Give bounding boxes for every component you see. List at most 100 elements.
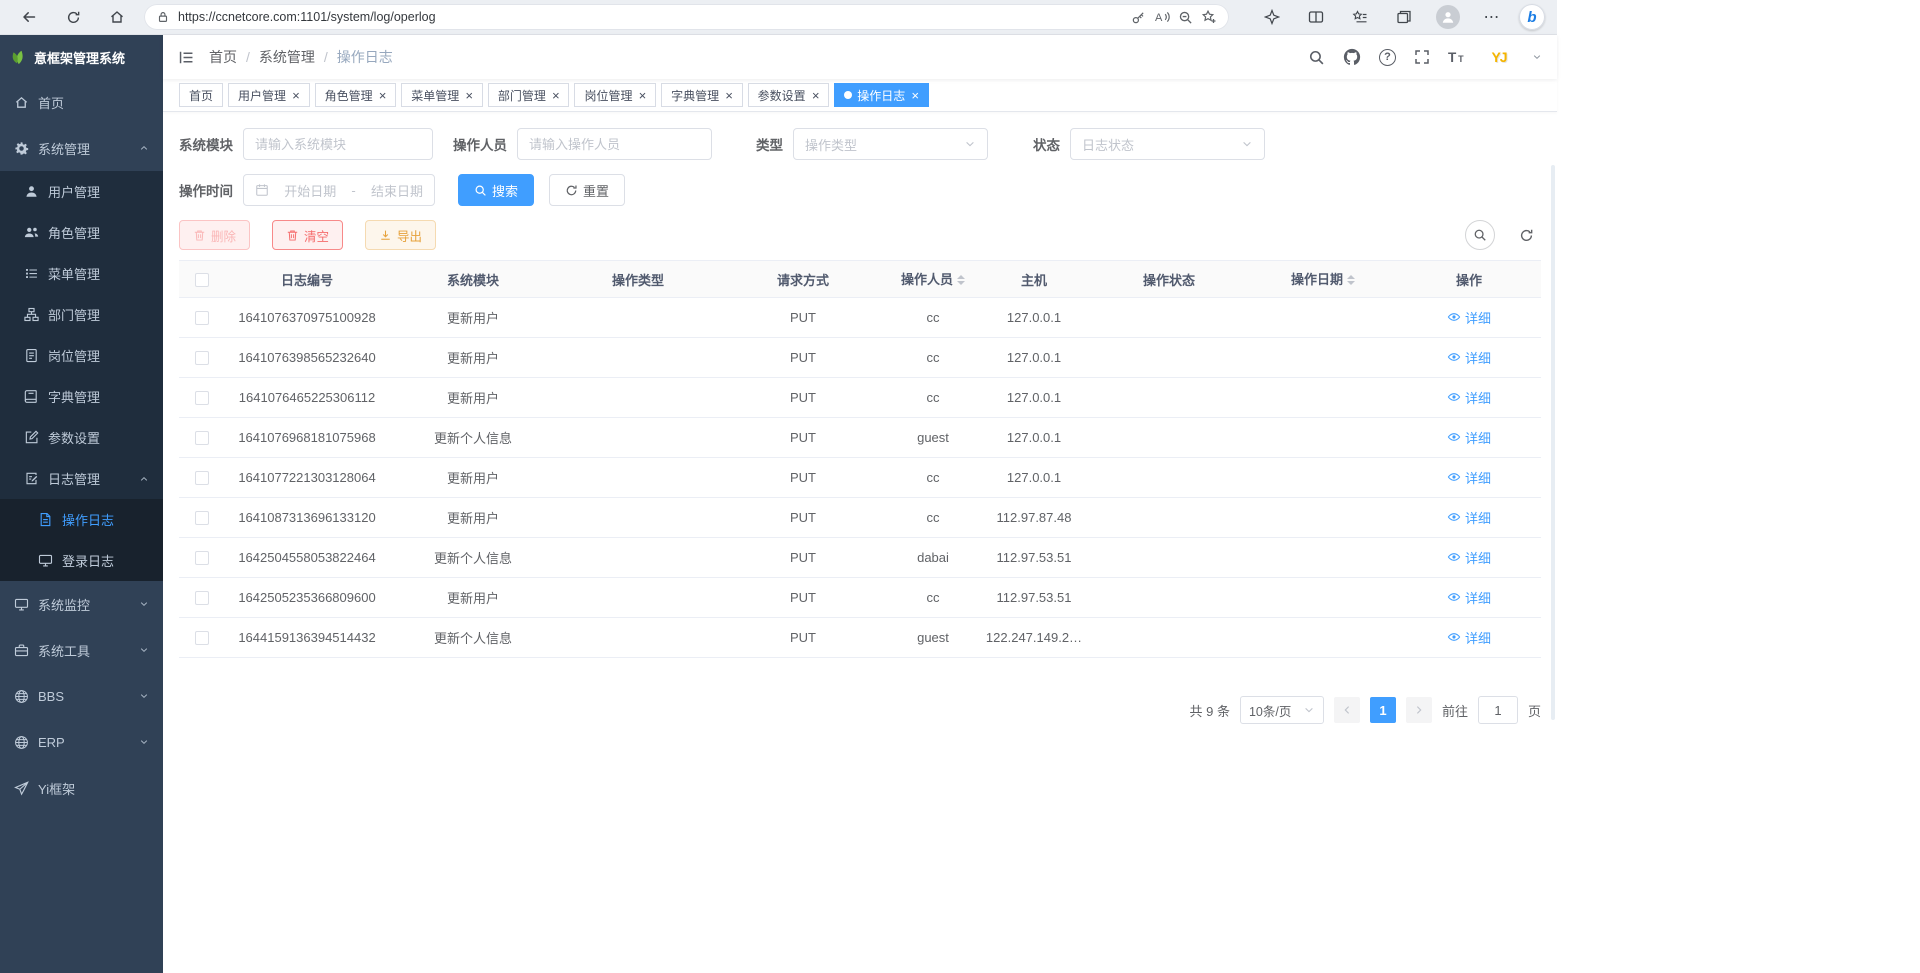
sidebar-item-bbs[interactable]: BBS [0, 673, 163, 719]
github-icon[interactable] [1343, 48, 1361, 66]
detail-link[interactable]: 详细 [1447, 308, 1491, 327]
browser-home-button[interactable] [100, 3, 134, 31]
page-scrollbar[interactable] [1551, 165, 1555, 720]
module-input[interactable] [255, 137, 421, 152]
delete-button[interactable]: 删除 [179, 220, 250, 250]
browser-address-bar[interactable]: https://ccnetcore.com:1101/system/log/op… [144, 4, 1229, 30]
tab-post-management[interactable]: 岗位管理× [574, 83, 656, 107]
sidebar-item-operation-log[interactable]: 操作日志 [0, 499, 163, 540]
hamburger-icon[interactable] [178, 49, 195, 66]
sort-icon[interactable] [1347, 271, 1355, 289]
detail-link[interactable]: 详细 [1447, 348, 1491, 367]
row-checkbox[interactable] [195, 311, 209, 325]
header-search-icon[interactable] [1308, 49, 1325, 66]
detail-link[interactable]: 详细 [1447, 588, 1491, 607]
detail-link[interactable]: 详细 [1447, 428, 1491, 447]
tab-role-management[interactable]: 角色管理× [315, 83, 397, 107]
split-screen-icon[interactable] [1299, 3, 1333, 31]
tab-close-icon[interactable]: × [292, 89, 300, 102]
sidebar-item-system-tools[interactable]: 系统工具 [0, 627, 163, 673]
read-aloud-icon[interactable]: A [1154, 9, 1170, 25]
tab-menu-management[interactable]: 菜单管理× [401, 83, 483, 107]
page-1-button[interactable]: 1 [1370, 697, 1396, 723]
sidebar-item-log-management[interactable]: 日志管理 [0, 458, 163, 499]
sidebar-item-login-log[interactable]: 登录日志 [0, 540, 163, 581]
tab-close-icon[interactable]: × [911, 89, 919, 102]
row-checkbox[interactable] [195, 631, 209, 645]
detail-link[interactable]: 详细 [1447, 388, 1491, 407]
detail-link[interactable]: 详细 [1447, 508, 1491, 527]
select-all-checkbox[interactable] [195, 273, 209, 287]
next-page-button[interactable] [1406, 697, 1432, 723]
sidebar-item-post-management[interactable]: 岗位管理 [0, 335, 163, 376]
row-checkbox[interactable] [195, 431, 209, 445]
tab-operation-log[interactable]: 操作日志× [834, 83, 929, 107]
column-header[interactable]: 操作人员 [887, 261, 979, 298]
clear-button[interactable]: 清空 [272, 220, 343, 250]
column-header[interactable]: 操作日期 [1249, 261, 1397, 298]
row-checkbox[interactable] [195, 471, 209, 485]
row-checkbox[interactable] [195, 391, 209, 405]
row-checkbox[interactable] [195, 591, 209, 605]
profile-avatar[interactable] [1431, 3, 1465, 31]
row-checkbox[interactable] [195, 551, 209, 565]
favorites-icon[interactable] [1343, 3, 1377, 31]
type-select[interactable]: 操作类型 [793, 128, 988, 160]
sidebar-item-system-monitor[interactable]: 系统监控 [0, 581, 163, 627]
refresh-table-button[interactable] [1511, 220, 1541, 250]
sidebar-item-dict-management[interactable]: 字典管理 [0, 376, 163, 417]
sidebar-item-yi-framework[interactable]: Yi框架 [0, 765, 163, 811]
tab-close-icon[interactable]: × [465, 89, 473, 102]
row-checkbox[interactable] [195, 351, 209, 365]
copilot-icon[interactable]: b [1519, 4, 1545, 30]
tab-dict-management[interactable]: 字典管理× [661, 83, 743, 107]
detail-link[interactable]: 详细 [1447, 628, 1491, 647]
zoom-out-icon[interactable] [1178, 10, 1193, 25]
url-text[interactable]: https://ccnetcore.com:1101/system/log/op… [178, 10, 1123, 24]
sidebar-item-param-settings[interactable]: 参数设置 [0, 417, 163, 458]
tab-home[interactable]: 首页 [179, 83, 223, 107]
date-range-picker[interactable]: 开始日期 - 结束日期 [243, 174, 435, 206]
goto-page-input[interactable] [1478, 696, 1518, 724]
password-key-icon[interactable] [1131, 10, 1146, 25]
detail-link[interactable]: 详细 [1447, 468, 1491, 487]
reset-button[interactable]: 重置 [549, 174, 625, 206]
font-size-icon[interactable]: TT [1448, 48, 1466, 66]
tab-user-management[interactable]: 用户管理× [228, 83, 310, 107]
add-favorite-icon[interactable] [1201, 9, 1217, 25]
sidebar-item-role-management[interactable]: 角色管理 [0, 212, 163, 253]
browser-refresh-button[interactable] [56, 3, 90, 31]
toggle-search-button[interactable] [1465, 220, 1495, 250]
sidebar-item-home[interactable]: 首页 [0, 79, 163, 125]
tab-close-icon[interactable]: × [379, 89, 387, 102]
page-size-select[interactable]: 10条/页 [1240, 696, 1324, 724]
status-select[interactable]: 日志状态 [1070, 128, 1265, 160]
operator-input[interactable] [529, 137, 700, 152]
user-avatar-logo[interactable]: YJ [1484, 42, 1514, 72]
sidebar-item-erp[interactable]: ERP [0, 719, 163, 765]
collections-icon[interactable] [1387, 3, 1421, 31]
search-button[interactable]: 搜索 [458, 174, 534, 206]
browser-essentials-icon[interactable] [1255, 3, 1289, 31]
row-checkbox[interactable] [195, 511, 209, 525]
fullscreen-icon[interactable] [1414, 49, 1430, 65]
help-icon[interactable]: ? [1379, 49, 1396, 66]
app-logo[interactable]: 意框架管理系统 [0, 35, 163, 79]
sidebar-item-system-management[interactable]: 系统管理 [0, 125, 163, 171]
browser-menu-icon[interactable]: ⋯ [1475, 3, 1509, 31]
tab-param-settings[interactable]: 参数设置× [748, 83, 830, 107]
tab-close-icon[interactable]: × [638, 89, 646, 102]
tab-close-icon[interactable]: × [552, 89, 560, 102]
export-button[interactable]: 导出 [365, 220, 436, 250]
sidebar-item-user-management[interactable]: 用户管理 [0, 171, 163, 212]
sidebar-item-menu-management[interactable]: 菜单管理 [0, 253, 163, 294]
tab-close-icon[interactable]: × [812, 89, 820, 102]
sidebar-item-dept-management[interactable]: 部门管理 [0, 294, 163, 335]
sort-icon[interactable] [957, 271, 965, 289]
tab-dept-management[interactable]: 部门管理× [488, 83, 570, 107]
prev-page-button[interactable] [1334, 697, 1360, 723]
browser-back-button[interactable] [12, 3, 46, 31]
breadcrumb-item-home[interactable]: 首页 [209, 47, 237, 67]
detail-link[interactable]: 详细 [1447, 548, 1491, 567]
tab-close-icon[interactable]: × [725, 89, 733, 102]
